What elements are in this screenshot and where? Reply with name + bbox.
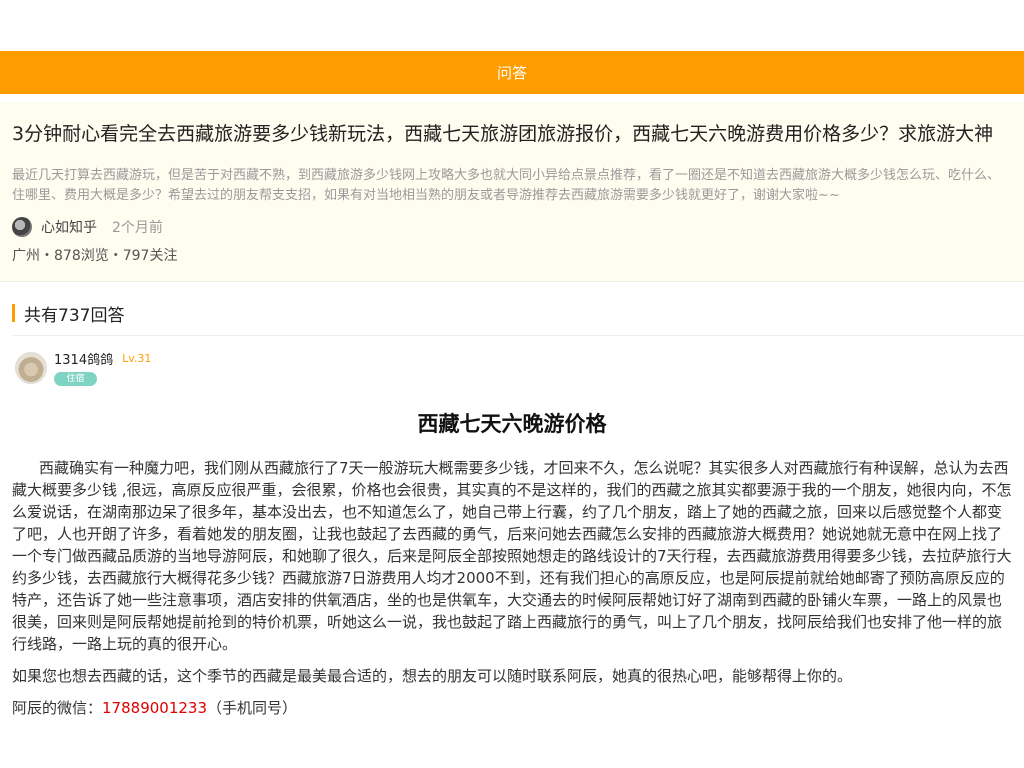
question-card: 3分钟耐心看完全去西藏旅游要多少钱新玩法，西藏七天旅游团旅游报价，西藏七天六晚游… <box>0 102 1024 282</box>
question-meta: 心如知乎 2个月前 <box>12 215 1012 239</box>
wechat-note: （手机同号） <box>207 699 298 717</box>
answer-body: 西藏确实有一种魔力吧，我们刚从西藏旅行了7天一般游玩大概需要多少钱，才回来不久，… <box>12 459 1012 653</box>
author-avatar[interactable] <box>12 217 32 237</box>
nav-title: 问答 <box>496 64 527 82</box>
answer-item: 1314鸽鸽 Lv.31 住宿 西藏七天六晚游价格 西藏确实有一种魔力吧，我们刚… <box>0 350 1024 719</box>
divider <box>12 335 1024 336</box>
answers-count-label: 共有737回答 <box>24 305 125 326</box>
user-row: 1314鸽鸽 Lv.31 <box>54 349 152 368</box>
post-time: 2个月前 <box>112 220 163 236</box>
author-name[interactable]: 心如知乎 <box>41 217 97 237</box>
answer-paragraph-contact: 如果您也想去西藏的话，这个季节的西藏是最美最合适的，想去的朋友可以随时联系阿辰，… <box>12 667 853 685</box>
user-role-badge: 住宿 <box>54 372 97 386</box>
wechat-label: 阿辰的微信： <box>12 699 103 717</box>
user-avatar[interactable] <box>15 352 47 384</box>
username[interactable]: 1314鸽鸽 <box>54 349 113 368</box>
user-level-badge: Lv.31 <box>122 351 152 365</box>
question-title: 3分钟耐心看完全去西藏旅游要多少钱新玩法，西藏七天旅游团旅游报价，西藏七天六晚游… <box>12 123 994 145</box>
answer-user[interactable]: 1314鸽鸽 Lv.31 住宿 <box>12 350 1012 386</box>
question-description: 最近几天打算去西藏游玩，但是苦于对西藏不熟，到西藏旅游多少钱网上攻略大多也就大同… <box>12 168 1001 203</box>
wechat-number[interactable]: 17889001233 <box>102 699 207 717</box>
answers-count-header: 共有737回答 <box>12 304 1024 326</box>
user-info: 1314鸽鸽 Lv.31 住宿 <box>54 350 151 386</box>
wechat-line: 阿辰的微信：17889001233（手机同号） <box>12 697 1012 719</box>
top-blank-area <box>0 0 1024 51</box>
spacer <box>0 94 1024 102</box>
question-stats: 广州・878浏览・797关注 <box>12 248 178 264</box>
nav-bar: 问答 <box>0 51 1024 94</box>
answer-title: 西藏七天六晚游价格 <box>417 412 607 436</box>
